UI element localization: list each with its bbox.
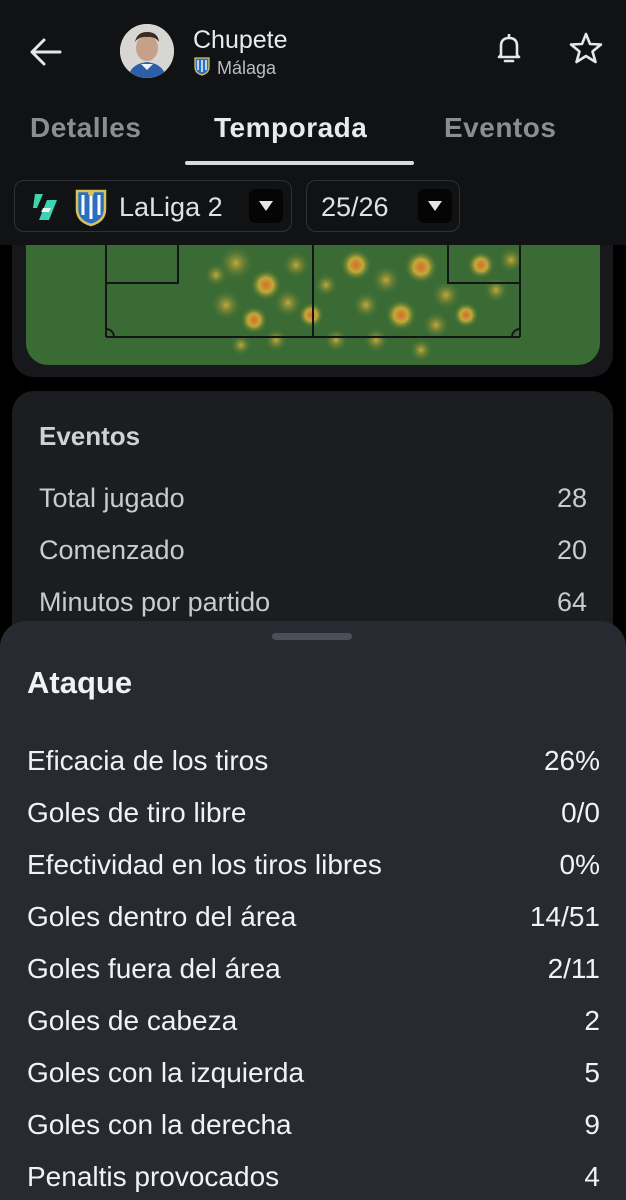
stat-row: Minutos por partido 64 [39, 587, 587, 618]
dropdown-caret-icon [418, 189, 452, 223]
attack-stat-row: Goles de tiro libre 0/0 [27, 797, 600, 829]
events-card: Eventos Total jugado 28 Comenzado 20 Min… [12, 391, 613, 651]
stat-value: 26% [543, 745, 600, 776]
stat-value: 14/51 [529, 901, 600, 932]
bell-icon [494, 31, 524, 70]
sheet-drag-handle[interactable] [272, 633, 352, 640]
stat-value: 2/11 [547, 953, 600, 984]
tab-detalles[interactable]: Detalles [30, 112, 141, 144]
stat-label: Goles de tiro libre [27, 797, 247, 828]
season-label: 25/26 [321, 192, 389, 222]
back-arrow-icon[interactable] [26, 32, 66, 72]
stat-value: 0/0 [561, 797, 600, 828]
stat-label: Eficacia de los tiros [27, 745, 269, 776]
malaga-crest-icon [193, 56, 211, 81]
attack-bottom-sheet[interactable]: Ataque Eficacia de los tiros 26% Goles d… [0, 621, 626, 1200]
avatar [120, 24, 174, 78]
stat-value: 9 [584, 1109, 600, 1140]
laliga-logo-icon [29, 190, 63, 229]
stat-value: 28 [556, 483, 587, 513]
stat-label: Goles con la izquierda [27, 1057, 305, 1088]
stat-label: Goles con la derecha [27, 1109, 292, 1140]
attack-stat-row: Goles dentro del área 14/51 [27, 901, 600, 933]
team-link[interactable]: Málaga [193, 56, 276, 81]
stat-label: Comenzado [39, 535, 185, 565]
sheet-title: Ataque [27, 665, 133, 700]
stat-label: Minutos por partido [39, 587, 271, 617]
stat-label: Efectividad en los tiros libres [27, 849, 382, 880]
stat-value: 0% [559, 849, 600, 880]
tab-eventos[interactable]: Eventos [444, 112, 556, 144]
dropdown-caret-icon [249, 189, 283, 223]
stat-label: Total jugado [39, 483, 185, 513]
attack-stat-row: Eficacia de los tiros 26% [27, 745, 600, 777]
notifications-button[interactable] [489, 30, 529, 70]
tab-bar: Detalles Temporada Eventos [0, 100, 626, 165]
player-header: Chupete Málaga Detalles Temporada Evento… [0, 0, 626, 165]
stat-label: Goles dentro del área [27, 901, 297, 932]
competition-label: LaLiga 2 [119, 192, 223, 222]
stat-row: Comenzado 20 [39, 535, 587, 566]
stat-label: Goles fuera del área [27, 953, 281, 984]
tab-temporada[interactable]: Temporada [214, 112, 367, 144]
attack-stat-row: Goles fuera del área 2/11 [27, 953, 600, 985]
stat-value: 5 [584, 1057, 600, 1088]
stat-label: Goles de cabeza [27, 1005, 238, 1036]
stat-value: 4 [584, 1161, 600, 1192]
player-name: Chupete [193, 26, 288, 54]
stat-label: Penaltis provocados [27, 1161, 280, 1192]
season-select[interactable]: 25/26 [306, 180, 460, 232]
attack-stat-row: Goles con la derecha 9 [27, 1109, 600, 1141]
attack-stat-row: Goles con la izquierda 5 [27, 1057, 600, 1089]
heatmap [26, 245, 600, 365]
stat-value: 20 [556, 535, 587, 565]
stat-value: 2 [584, 1005, 600, 1036]
filter-bar: LaLiga 2 25/26 [0, 165, 626, 245]
star-icon [569, 31, 603, 70]
competition-select[interactable]: LaLiga 2 [14, 180, 292, 232]
attack-stat-row: Goles de cabeza 2 [27, 1005, 600, 1037]
favorite-button[interactable] [566, 30, 606, 70]
team-name: Málaga [217, 58, 277, 78]
malaga-crest-icon [73, 187, 109, 232]
events-title: Eventos [39, 421, 141, 451]
attack-stat-row: Penaltis provocados 4 [27, 1161, 600, 1193]
attack-stat-row: Efectividad en los tiros libres 0% [27, 849, 600, 881]
heatmap-card [12, 245, 613, 377]
stat-row: Total jugado 28 [39, 483, 587, 514]
stat-value: 64 [556, 587, 587, 617]
